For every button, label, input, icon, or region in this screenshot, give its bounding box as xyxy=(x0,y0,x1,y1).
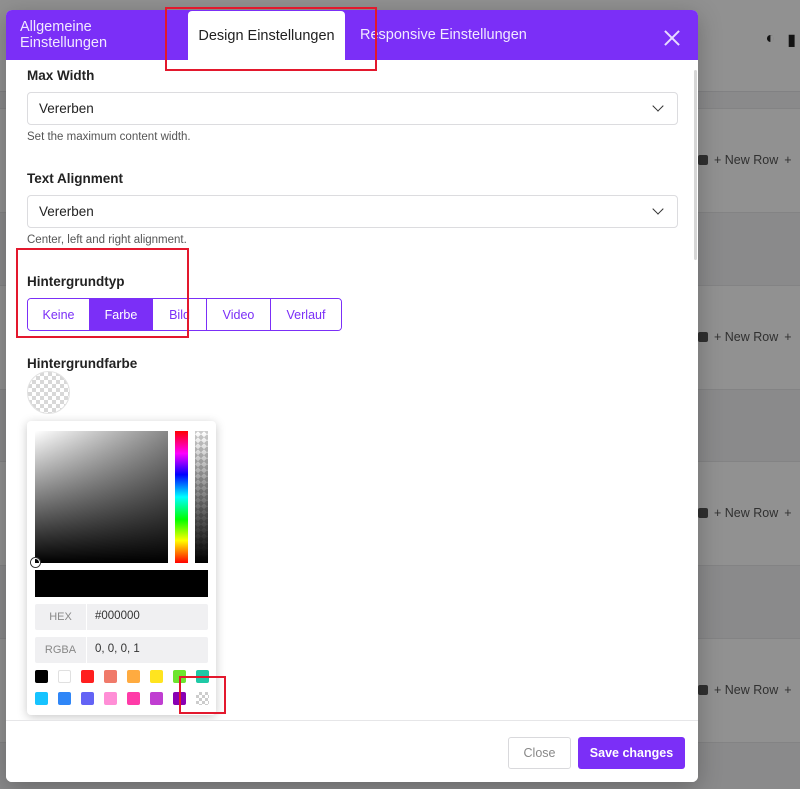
color-swatch[interactable] xyxy=(173,670,186,683)
background-type-label: Hintergrundtyp xyxy=(27,274,125,289)
color-swatch[interactable] xyxy=(81,670,94,683)
hue-slider[interactable] xyxy=(175,431,188,563)
color-swatch[interactable] xyxy=(58,670,71,683)
color-swatch[interactable] xyxy=(196,670,209,683)
color-swatch[interactable] xyxy=(58,692,71,705)
color-swatch[interactable] xyxy=(35,670,48,683)
color-picker: HEX #000000 RGBA 0, 0, 0, 1 xyxy=(27,421,216,715)
tab-responsive-settings[interactable]: Responsive Einstellungen xyxy=(360,10,530,60)
color-swatch[interactable] xyxy=(81,692,94,705)
color-swatch[interactable] xyxy=(35,692,48,705)
text-alignment-help: Center, left and right alignment. xyxy=(27,234,187,246)
chevron-down-icon xyxy=(652,100,664,112)
alpha-slider[interactable] xyxy=(195,431,208,563)
max-width-label: Max Width xyxy=(27,68,95,83)
save-changes-button[interactable]: Save changes xyxy=(578,737,685,769)
text-alignment-value: Vererben xyxy=(39,204,94,219)
rgba-input[interactable]: 0, 0, 0, 1 xyxy=(95,643,140,655)
close-button[interactable]: Close xyxy=(508,737,571,769)
color-swatch[interactable] xyxy=(127,670,140,683)
background-type-video[interactable]: Video xyxy=(207,299,271,330)
color-swatch[interactable] xyxy=(150,692,163,705)
background-color-swatch[interactable] xyxy=(27,371,70,414)
rgba-field[interactable]: RGBA 0, 0, 0, 1 xyxy=(35,637,208,663)
background-type-segmented: Keine Farbe Bild Video Verlauf xyxy=(27,298,342,331)
saturation-handle[interactable] xyxy=(31,558,40,567)
tab-bar: Allgemeine Einstellungen Design Einstell… xyxy=(6,10,698,60)
color-swatch[interactable] xyxy=(173,692,186,705)
modal-footer: Close Save changes xyxy=(6,720,698,782)
chevron-down-icon xyxy=(652,203,664,215)
text-alignment-label: Text Alignment xyxy=(27,171,124,186)
transparent-swatch[interactable] xyxy=(196,692,209,705)
hex-input[interactable]: #000000 xyxy=(95,610,140,622)
max-width-value: Vererben xyxy=(39,101,94,116)
max-width-help: Set the maximum content width. xyxy=(27,131,191,143)
color-swatch[interactable] xyxy=(104,692,117,705)
saturation-area[interactable] xyxy=(35,431,168,563)
hex-field[interactable]: HEX #000000 xyxy=(35,604,208,630)
background-type-image[interactable]: Bild xyxy=(153,299,207,330)
max-width-select[interactable]: Vererben xyxy=(27,92,678,125)
tab-design-settings[interactable]: Design Einstellungen xyxy=(188,11,345,60)
background-type-gradient[interactable]: Verlauf xyxy=(271,299,341,330)
color-swatch[interactable] xyxy=(127,692,140,705)
color-swatch[interactable] xyxy=(104,670,117,683)
settings-modal: Allgemeine Einstellungen Design Einstell… xyxy=(6,10,698,782)
modal-content: Max Width Vererben Set the maximum conte… xyxy=(6,60,698,720)
scrollbar[interactable] xyxy=(694,70,697,260)
color-preview xyxy=(35,570,208,597)
close-icon[interactable] xyxy=(663,29,681,47)
rgba-label: RGBA xyxy=(35,637,87,663)
hex-label: HEX xyxy=(35,604,87,630)
text-alignment-select[interactable]: Vererben xyxy=(27,195,678,228)
tab-general-settings[interactable]: Allgemeine Einstellungen xyxy=(20,10,180,60)
background-color-label: Hintergrundfarbe xyxy=(27,356,138,371)
background-type-none[interactable]: Keine xyxy=(28,299,90,330)
background-type-color[interactable]: Farbe xyxy=(90,299,153,330)
color-swatch[interactable] xyxy=(150,670,163,683)
